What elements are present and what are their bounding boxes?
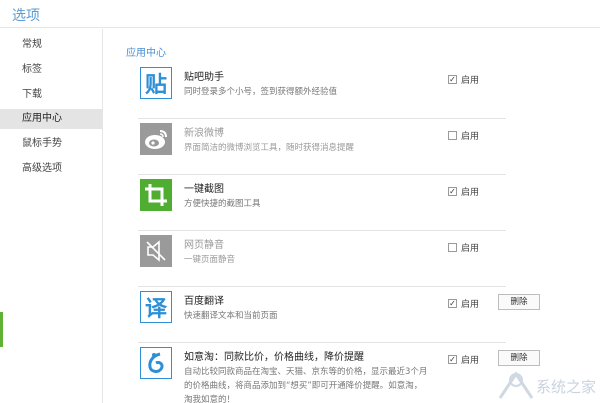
plugin-row: 新浪微博 界面简洁的微博浏览工具，随时获得消息提醒 启用 bbox=[138, 119, 506, 175]
sidebar-item-download[interactable]: 下载 bbox=[0, 85, 102, 105]
plugin-name: 网页静音 bbox=[184, 240, 224, 251]
plugin-description: 方便快捷的截图工具 bbox=[184, 199, 261, 209]
checkbox-label: 启用 bbox=[461, 132, 480, 142]
sidebar-item-app-center[interactable]: 应用中心 bbox=[0, 109, 102, 129]
checkbox-checked[interactable]: ✓ bbox=[448, 187, 457, 196]
app-center-panel: 应用中心 贴 贴吧助手 同时登录多个小号，签到获得额外经验值 ✓ 启用 新浪微博… bbox=[104, 29, 600, 403]
options-sidebar: 常规 标签 下载 应用中心 鼠标手势 高级选项 bbox=[0, 29, 103, 403]
plugin-description: 自动比较同款商品在淘宝、天猫、京东等的价格，显示最近3个月的价格曲线，将商品添加… bbox=[184, 367, 428, 403]
watermark-logo: 系统之家 bbox=[496, 358, 600, 403]
enable-checkbox[interactable]: ✓ 启用 bbox=[448, 353, 479, 366]
checkbox-checked[interactable]: ✓ bbox=[448, 355, 457, 364]
sidebar-item-general[interactable]: 常规 bbox=[0, 35, 102, 55]
section-title: 应用中心 bbox=[126, 48, 166, 59]
sidebar-accent-bar bbox=[0, 312, 3, 347]
window-titlebar: 选项 bbox=[0, 0, 600, 28]
checkbox-checked[interactable]: ✓ bbox=[448, 75, 457, 84]
plugin-name: 新浪微博 bbox=[184, 128, 224, 139]
sidebar-item-tabs[interactable]: 标签 bbox=[0, 60, 102, 80]
plugin-description: 同时登录多个小号，签到获得额外经验值 bbox=[184, 87, 338, 97]
mute-icon bbox=[140, 235, 172, 267]
screenshot-icon bbox=[140, 179, 172, 211]
window-title: 选项 bbox=[12, 8, 40, 24]
svg-text:译: 译 bbox=[145, 297, 168, 322]
plugin-description: 界面简洁的微博浏览工具，随时获得消息提醒 bbox=[184, 143, 355, 153]
enable-checkbox[interactable]: 启用 bbox=[448, 129, 479, 142]
plugin-name: 一键截图 bbox=[184, 184, 224, 195]
sidebar-item-mouse-gestures[interactable]: 鼠标手势 bbox=[0, 134, 102, 154]
plugin-row: 贴 贴吧助手 同时登录多个小号，签到获得额外经验值 ✓ 启用 bbox=[138, 63, 506, 119]
translate-icon: 译 bbox=[140, 291, 172, 323]
plugin-description: 快速翻译文本和当前页面 bbox=[184, 311, 278, 321]
enable-checkbox[interactable]: 启用 bbox=[448, 241, 479, 254]
svg-text:系统之家: 系统之家 bbox=[536, 378, 596, 396]
checkbox-label: 启用 bbox=[461, 244, 480, 254]
checkbox-label: 启用 bbox=[461, 188, 480, 198]
svg-text:贴: 贴 bbox=[145, 72, 167, 98]
plugin-row: 网页静音 一键页面静音 启用 bbox=[138, 231, 506, 287]
checkbox-label: 启用 bbox=[461, 356, 480, 366]
checkbox-label: 启用 bbox=[461, 76, 480, 86]
plugin-name: 贴吧助手 bbox=[184, 72, 224, 83]
checkbox-unchecked[interactable] bbox=[448, 243, 457, 252]
plugin-name: 如意淘：同款比价，价格曲线，降价提醒 bbox=[184, 352, 364, 363]
plugin-row: 一键截图 方便快捷的截图工具 ✓ 启用 bbox=[138, 175, 506, 231]
plugin-description: 一键页面静音 bbox=[184, 255, 236, 265]
sidebar-item-advanced[interactable]: 高级选项 bbox=[0, 159, 102, 179]
checkbox-label: 启用 bbox=[461, 300, 480, 310]
tieba-icon: 贴 bbox=[140, 67, 172, 99]
enable-checkbox[interactable]: ✓ 启用 bbox=[448, 185, 479, 198]
checkbox-unchecked[interactable] bbox=[448, 131, 457, 140]
delete-button[interactable]: 删除 bbox=[498, 294, 540, 310]
enable-checkbox[interactable]: ✓ 启用 bbox=[448, 73, 479, 86]
plugin-name: 百度翻译 bbox=[184, 296, 224, 307]
enable-checkbox[interactable]: ✓ 启用 bbox=[448, 297, 479, 310]
plugin-row: 译 百度翻译 快速翻译文本和当前页面 ✓ 启用 删除 bbox=[138, 287, 540, 343]
plugin-row: 如意淘：同款比价，价格曲线，降价提醒 自动比较同款商品在淘宝、天猫、京东等的价格… bbox=[138, 343, 540, 403]
weibo-icon bbox=[140, 123, 172, 155]
checkbox-checked[interactable]: ✓ bbox=[448, 299, 457, 308]
ruyitao-icon bbox=[140, 347, 172, 379]
